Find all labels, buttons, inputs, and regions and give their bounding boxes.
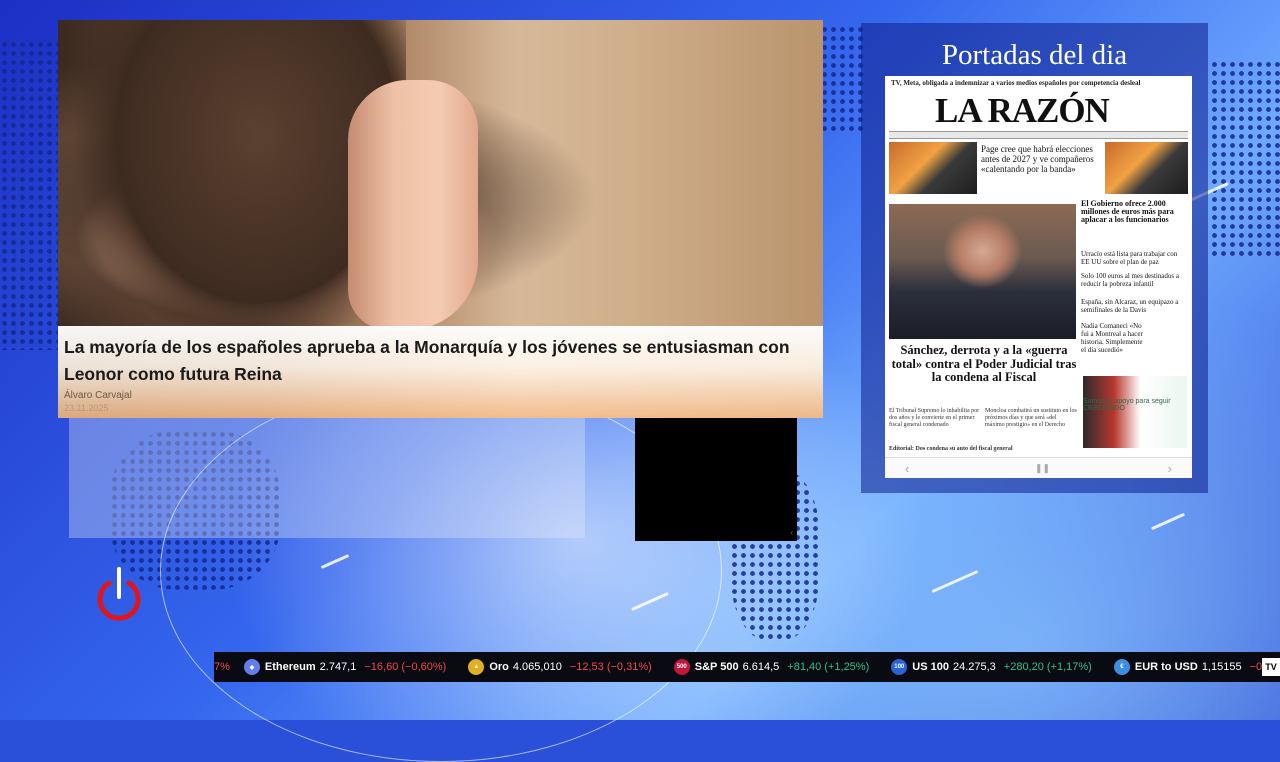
paper-nav: ‹ ❚❚ › xyxy=(885,457,1192,478)
prev-page-icon[interactable]: ‹ xyxy=(905,461,909,476)
ticker-value: 2.747,1 xyxy=(319,661,357,673)
paper-editorial: Editorial: Dos condena su auto del fisca… xyxy=(889,446,1013,452)
ticker-change: +81,40 (+1,25%) xyxy=(787,661,870,673)
paper-side2: Urracío está lista para trabajar con EE … xyxy=(1081,250,1178,266)
sp500-icon: 500 xyxy=(673,659,690,675)
ticker-value: 4.065,010 xyxy=(512,661,562,673)
ticker-name: EUR to USD xyxy=(1134,661,1198,673)
ticker-value: 24.275,3 xyxy=(952,661,996,673)
paper-thumb xyxy=(1105,142,1188,194)
portadas-title: Portadas del dia xyxy=(941,39,1128,71)
video-panel-mark: ‹ xyxy=(790,528,793,537)
ticker-value: 6.614,5 xyxy=(742,661,780,673)
eurusd-icon: € xyxy=(1113,659,1130,675)
ticker-name: Oro xyxy=(489,661,509,673)
paper-top-story: Page cree que habrá elecciones antes de … xyxy=(889,142,1188,194)
paper-story1: Page cree que habrá elecciones antes de … xyxy=(981,144,1094,174)
paper-side5: Nadia Comaneci «No fui a Montreal a hace… xyxy=(1081,322,1143,354)
market-ticker[interactable]: 7% ◆ Ethereum 2.747,1 −16,60 (−0,60%) ▲ … xyxy=(214,652,1280,682)
pause-icon[interactable]: ❚❚ xyxy=(1035,463,1050,474)
news-caption: La mayoría de los españoles aprueba a la… xyxy=(58,326,823,418)
paper-main-headline: Sánchez, derrota y a la «guerra total» c… xyxy=(891,343,1077,384)
newspaper-front-page[interactable]: TV, Meta, obligada a indemnizar a varios… xyxy=(885,76,1192,478)
paper-thumb xyxy=(889,142,977,194)
background-dot-map xyxy=(1210,60,1280,260)
empty-panel xyxy=(69,418,585,538)
news-headline[interactable]: La mayoría de los españoles aprueba a la… xyxy=(64,334,817,388)
portadas-panel: Portadas del dia TV, Meta, obligada a in… xyxy=(861,23,1208,493)
news-photo-face xyxy=(348,80,478,330)
news-date: 23.11.2025 xyxy=(64,403,109,413)
paper-top-line: TV, Meta, obligada a indemnizar a varios… xyxy=(891,79,1141,87)
paper-advert: Somos tu apoyo para seguir CRECIENDO xyxy=(1083,376,1187,448)
ticker-name: US 100 xyxy=(912,661,949,673)
paper-advert-text: Somos tu apoyo para seguir CRECIENDO xyxy=(1083,398,1171,412)
news-author: Álvaro Carvajal xyxy=(64,390,132,401)
ticker-change: −16,60 (−0,60%) xyxy=(364,661,447,673)
ticker-change: +280,20 (+1,17%) xyxy=(1003,661,1092,673)
next-page-icon[interactable]: › xyxy=(1168,461,1172,476)
ticker-item-ethereum[interactable]: ◆ Ethereum 2.747,1 −16,60 (−0,60%) xyxy=(243,659,447,675)
paper-main-photo xyxy=(889,204,1076,339)
power-icon[interactable] xyxy=(95,567,143,621)
ethereum-icon: ◆ xyxy=(243,659,260,675)
ticker-item-sp500[interactable]: 500 S&P 500 6.614,5 +81,40 (+1,25%) xyxy=(673,659,870,675)
ticker-item-gold[interactable]: ▲ Oro 4.065,010 −12,53 (−0,31%) xyxy=(468,659,652,675)
tradingview-logo[interactable]: TV xyxy=(1262,658,1280,676)
ticker-item-eurusd[interactable]: € EUR to USD 1,15155 −0,00 (−0,... xyxy=(1113,659,1280,675)
background-dot-map xyxy=(0,40,60,350)
ticker-name: S&P 500 xyxy=(694,661,739,673)
paper-masthead: LA RAZÓN xyxy=(935,91,1110,130)
paper-col1: El Tribunal Supremo lo inhabilita por do… xyxy=(889,408,980,428)
paper-date-strip xyxy=(889,131,1188,139)
gold-icon: ▲ xyxy=(468,659,485,675)
background-dot-map xyxy=(820,25,865,135)
paper-side3: Solo 100 euros al mes destinados a reduc… xyxy=(1081,272,1179,288)
paper-col2: Moncloa combatirá un sustituto en los pr… xyxy=(985,408,1077,428)
us100-icon: 100 xyxy=(891,659,908,675)
featured-news-card[interactable]: La mayoría de los españoles aprueba a la… xyxy=(58,20,823,418)
paper-side4: España, sin Alcaraz, un equipazo a semif… xyxy=(1081,298,1179,314)
video-panel[interactable]: ‹ xyxy=(635,418,797,541)
ticker-change: −12,53 (−0,31%) xyxy=(569,661,652,673)
ticker-name: Ethereum xyxy=(264,661,316,673)
paper-side1: El Gobierno ofrece 2.000 millones de eur… xyxy=(1081,199,1174,224)
ticker-value: 1,15155 xyxy=(1201,661,1242,673)
ticker-fragment: 7% xyxy=(214,661,230,673)
ticker-item-us100[interactable]: 100 US 100 24.275,3 +280,20 (+1,17%) xyxy=(891,659,1092,675)
